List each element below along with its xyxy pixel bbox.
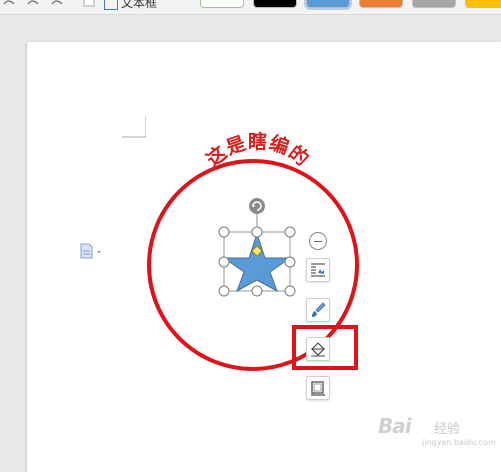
wordart-arc-text[interactable]: 这是瞎编的 xyxy=(202,130,314,171)
rotate-handle[interactable] xyxy=(249,198,265,214)
collapse-tools-button[interactable] xyxy=(309,232,327,250)
text-wrap-icon xyxy=(311,263,325,277)
layout-options-button[interactable] xyxy=(306,258,330,282)
watermark-url: jingyan.baidu.com xyxy=(422,438,496,447)
star-shape[interactable] xyxy=(222,232,292,293)
brush-icon xyxy=(312,302,326,317)
shape-style-button[interactable] xyxy=(306,298,330,322)
baidu-watermark: Bai 经验 jingyan.baidu.com xyxy=(378,408,498,448)
watermark-sub: 经验 xyxy=(434,422,461,437)
outline-icon xyxy=(311,381,325,396)
annotation-highlight-box xyxy=(292,325,358,370)
watermark-logo: Bai xyxy=(378,414,412,438)
shape-outline-button[interactable] xyxy=(306,376,330,400)
drawing-canvas: 这是瞎编的 xyxy=(147,130,359,371)
